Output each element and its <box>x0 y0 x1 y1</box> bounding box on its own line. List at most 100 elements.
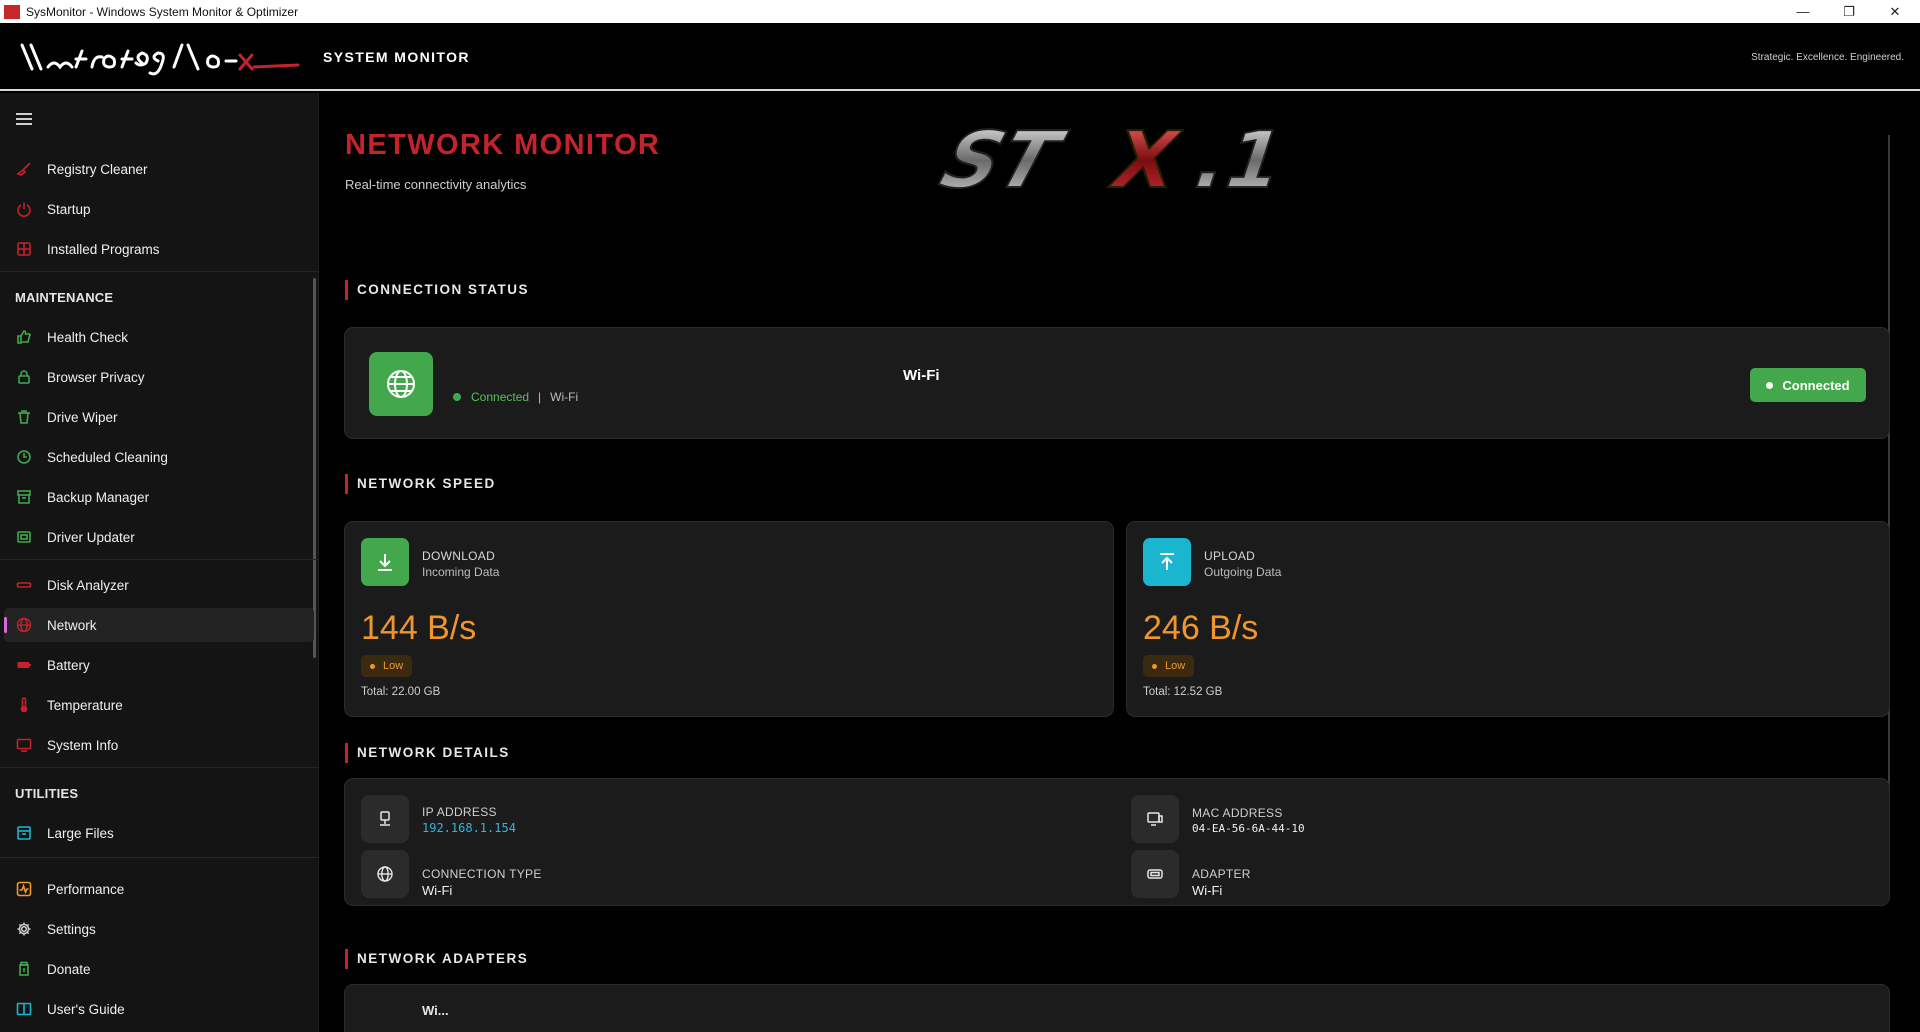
separator: | <box>538 390 542 404</box>
upload-total: Total: 12.52 GB <box>1143 686 1223 698</box>
mac-address-label: MAC ADDRESS <box>1192 806 1283 820</box>
monitor-icon <box>15 736 33 754</box>
svg-text:X: X <box>1101 115 1191 205</box>
network-adapter-card: Wi... <box>344 984 1890 1032</box>
connection-type-value: Wi-Fi <box>422 883 453 898</box>
sidebar-item-label: User's Guide <box>47 1001 125 1017</box>
section-network-adapters: NETWORK ADAPTERS <box>345 949 528 969</box>
upload-card: UPLOAD Outgoing Data 246 B/s Low Total: … <box>1126 521 1890 717</box>
download-level-badge: Low <box>361 655 413 677</box>
broom-icon <box>15 160 33 178</box>
status-dot <box>1766 381 1774 389</box>
window-title: SysMonitor - Windows System Monitor & Op… <box>26 4 299 19</box>
adapter-value: Wi-Fi <box>1192 883 1223 898</box>
sidebar-item-label: Donate <box>47 961 91 977</box>
sidebar-item-backup-manager[interactable]: Backup Manager <box>4 480 314 514</box>
clock-icon <box>15 448 33 466</box>
utilities-header: UTILITIES <box>15 786 79 801</box>
ethernet-port-icon <box>361 795 409 843</box>
connection-status-line: Connected | Wi-Fi <box>453 390 578 404</box>
download-speed-value: 144 B/s <box>361 609 477 647</box>
connection-name: Wi-Fi <box>903 367 940 384</box>
battery-icon <box>15 656 33 674</box>
adapter-name: Wi... <box>422 1003 449 1018</box>
window-titlebar: SysMonitor - Windows System Monitor & Op… <box>0 0 1920 23</box>
minimize-button[interactable]: — <box>1780 0 1826 23</box>
download-card: DOWNLOAD Incoming Data 144 B/s Low Total… <box>344 521 1114 717</box>
sidebar-item-label: Network <box>47 617 97 633</box>
network-card-icon <box>1131 795 1179 843</box>
restore-button[interactable]: ❐ <box>1826 0 1872 23</box>
tagline: Strategic. Excellence. Engineered. <box>1751 52 1904 63</box>
sidebar-item-label: Health Check <box>47 329 129 345</box>
sidebar-item-users-guide[interactable]: User's Guide <box>4 992 314 1026</box>
globe-icon <box>369 352 433 416</box>
section-network-speed: NETWORK SPEED <box>345 474 496 494</box>
sidebar-item-startup[interactable]: Startup <box>4 192 314 226</box>
main-scrollbar[interactable] <box>1888 135 1890 835</box>
trash-icon <box>15 408 33 426</box>
brand-logo <box>20 43 300 76</box>
sidebar-item-performance[interactable]: Performance <box>4 872 314 906</box>
page-subtitle: Real-time connectivity analytics <box>345 177 527 192</box>
sidebar-item-drive-wiper[interactable]: Drive Wiper <box>4 400 314 434</box>
sidebar-item-label: Battery <box>47 657 90 673</box>
sidebar-item-label: Startup <box>47 201 91 217</box>
sidebar-item-label: Backup Manager <box>47 489 150 505</box>
sidebar-item-large-files[interactable]: Large Files <box>4 816 314 850</box>
app-icon <box>4 4 20 19</box>
book-icon <box>15 1000 33 1018</box>
adapter-icon <box>1131 850 1179 898</box>
connection-type-label: CONNECTION TYPE <box>422 867 542 881</box>
sidebar-item-driver-updater[interactable]: Driver Updater <box>4 520 314 554</box>
download-total: Total: 22.00 GB <box>361 686 441 698</box>
sidebar-item-temperature[interactable]: Temperature <box>4 688 314 722</box>
connected-status-badge: Connected <box>1750 368 1866 402</box>
download-sublabel: Incoming Data <box>422 565 500 579</box>
sidebar-item-battery[interactable]: Battery <box>4 648 314 682</box>
network-details-card: IP ADDRESS 192.168.1.154 MAC ADDRESS 04-… <box>344 778 1890 906</box>
sidebar-item-label: Driver Updater <box>47 529 135 545</box>
globe-icon <box>15 616 33 634</box>
sidebar-item-label: Temperature <box>47 697 123 713</box>
upload-level-text: Low <box>1165 660 1186 672</box>
sidebar-item-label: Performance <box>47 881 125 897</box>
chip-icon <box>15 528 33 546</box>
sidebar-item-label: System Info <box>47 737 119 753</box>
upload-arrow-icon <box>1143 538 1191 586</box>
sidebar-item-browser-privacy[interactable]: Browser Privacy <box>4 360 314 394</box>
sidebar-item-network[interactable]: Network <box>4 608 314 642</box>
lock-icon <box>15 368 33 386</box>
gear-icon <box>15 920 33 938</box>
svg-text:.1: .1 <box>1183 115 1296 205</box>
sidebar-item-label: Scheduled Cleaning <box>47 449 168 465</box>
sidebar: Registry Cleaner Startup Installed Progr… <box>0 93 319 1032</box>
sidebar-item-scheduled-cleaning[interactable]: Scheduled Cleaning <box>4 440 314 474</box>
sidebar-item-registry-cleaner[interactable]: Registry Cleaner <box>4 152 314 186</box>
close-button[interactable]: ✕ <box>1872 0 1918 23</box>
thumbs-up-icon <box>15 328 33 346</box>
sidebar-item-donate[interactable]: Donate <box>4 952 314 986</box>
download-arrow-icon <box>361 538 409 586</box>
grid-box-icon <box>15 240 33 258</box>
globe-icon <box>361 850 409 898</box>
download-level-text: Low <box>383 660 404 672</box>
upload-level-badge: Low <box>1143 655 1195 677</box>
connection-status-card: Wi-Fi Connected | Wi-Fi Connected <box>344 327 1890 439</box>
archive-icon <box>15 488 33 506</box>
main-content: NETWORK MONITOR Real-time connectivity a… <box>320 93 1920 1032</box>
status-dot <box>453 393 461 401</box>
adapter-label: ADAPTER <box>1192 867 1251 881</box>
sidebar-item-settings[interactable]: Settings <box>4 912 314 946</box>
disk-icon <box>15 576 33 594</box>
sidebar-item-label: Disk Analyzer <box>47 577 129 593</box>
sidebar-item-disk-analyzer[interactable]: Disk Analyzer <box>4 568 314 602</box>
sidebar-item-label: Installed Programs <box>47 241 160 257</box>
ip-address-value: 192.168.1.154 <box>422 821 516 835</box>
sidebar-item-system-info[interactable]: System Info <box>4 728 314 762</box>
connection-status-text: Connected <box>471 390 530 404</box>
page-title: NETWORK MONITOR <box>345 129 661 161</box>
sidebar-item-health-check[interactable]: Health Check <box>4 320 314 354</box>
hamburger-menu-button[interactable] <box>16 113 32 125</box>
sidebar-item-installed-programs[interactable]: Installed Programs <box>4 232 314 266</box>
